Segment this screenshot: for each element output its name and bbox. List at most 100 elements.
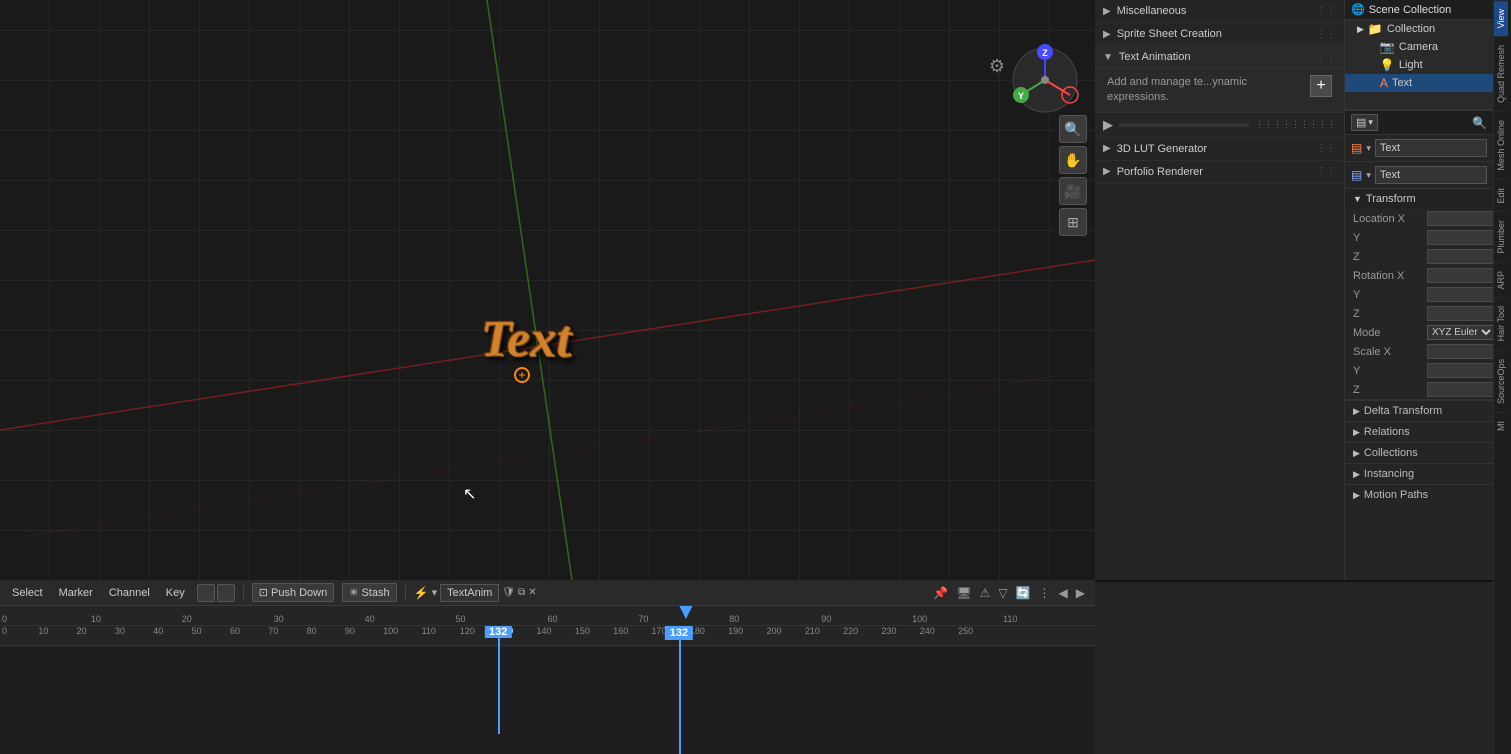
- frame-100: 100: [912, 614, 927, 624]
- key-btn[interactable]: Key: [162, 585, 189, 601]
- delta-transform-row[interactable]: ▶ Delta Transform: [1345, 400, 1493, 421]
- tl-next-btn[interactable]: ▶: [1074, 584, 1087, 602]
- mode-label: Mode: [1353, 327, 1423, 339]
- instancing-row[interactable]: ▶ Instancing: [1345, 463, 1493, 484]
- instancing-chevron: ▶: [1353, 469, 1360, 480]
- loc-y-input[interactable]: [1427, 230, 1493, 245]
- addon-miscellaneous[interactable]: ▶ Miscellaneous ⋮⋮: [1095, 0, 1344, 23]
- ext-frame-150: 150: [575, 626, 590, 636]
- mode-row: Mode XYZ Euler: [1345, 323, 1493, 342]
- addon-lut[interactable]: ▶ 3D LUT Generator ⋮⋮: [1095, 138, 1344, 161]
- stash-label: Stash: [361, 587, 389, 599]
- sc-text-item[interactable]: ▶ A Text: [1345, 74, 1493, 92]
- props-object-name-input[interactable]: [1375, 139, 1487, 157]
- props-type-selector[interactable]: ▤ ▾: [1351, 114, 1378, 131]
- sc-title: Scene Collection: [1369, 4, 1452, 16]
- channel-btn[interactable]: Channel: [105, 585, 154, 601]
- tl-filter-btn[interactable]: ▽: [996, 584, 1009, 602]
- scale-y-label: Y: [1353, 365, 1423, 377]
- toggle-2[interactable]: [217, 584, 235, 602]
- scale-x-input[interactable]: [1427, 344, 1493, 359]
- frame-indicator-inner: [498, 626, 500, 734]
- ext-frame-250: 250: [958, 626, 973, 636]
- timeline-right-icons: 📌 🖥 ⚠ ▽ 🔄 ⋮ ◀ ▶: [931, 584, 1087, 602]
- sc-camera-item[interactable]: ▶ 📷 Camera: [1345, 38, 1493, 56]
- vtab-plumber[interactable]: Plumber: [1494, 211, 1508, 262]
- vtab-mesh-online[interactable]: Mesh Online: [1494, 111, 1508, 179]
- timeline-section: Select Marker Channel Key ⊡ Push Down ✳ …: [0, 580, 1095, 754]
- props-data-name-input[interactable]: [1375, 166, 1487, 184]
- search-tool-btn[interactable]: 🔍: [1059, 115, 1087, 143]
- loc-x-input[interactable]: [1427, 211, 1493, 226]
- outliner-panel: 🌐 Scene Collection ▶ 📁 Collection ▶ 📷 Ca…: [1345, 0, 1493, 110]
- scale-z-input[interactable]: [1427, 382, 1493, 397]
- extended-ruler[interactable]: 0 10 20 30 40 50 60 70 80 90 100 110 120…: [0, 626, 1095, 646]
- text-anim-add-btn[interactable]: +: [1310, 75, 1332, 97]
- navigation-gizmo[interactable]: Z Y: [1005, 40, 1085, 120]
- camera-tool-btn[interactable]: 🎥: [1059, 177, 1087, 205]
- toggle-1[interactable]: [197, 584, 215, 602]
- scene-collection-header: 🌐 Scene Collection: [1345, 0, 1493, 20]
- grid-tool-btn[interactable]: ⊞: [1059, 208, 1087, 236]
- vtab-quad-remesh[interactable]: Quad Remesh: [1494, 36, 1508, 111]
- relations-row[interactable]: ▶ Relations: [1345, 421, 1493, 442]
- tl-alert-btn[interactable]: ⚠: [978, 584, 993, 602]
- misc-chevron: ▶: [1103, 6, 1111, 17]
- ext-frame-80: 80: [307, 626, 317, 636]
- vtab-edit[interactable]: Edit: [1494, 179, 1508, 212]
- transform-header[interactable]: ▼ Transform: [1345, 189, 1493, 209]
- ext-frame-50: 50: [192, 626, 202, 636]
- marker-btn[interactable]: Marker: [55, 585, 97, 601]
- ext-frame-190: 190: [728, 626, 743, 636]
- push-down-btn[interactable]: ⊡ Push Down: [252, 583, 334, 602]
- addons-panel: ▶ Miscellaneous ⋮⋮ ▶ Sprite Sheet Creati…: [1095, 0, 1345, 580]
- timeline-content[interactable]: 0 10 20 30 40 50 60 70 80 90 100 110 120…: [0, 626, 1095, 754]
- move-tool-btn[interactable]: ✋: [1059, 146, 1087, 174]
- location-z-row: Z: [1345, 247, 1493, 266]
- rot-x-label: Rotation X: [1353, 270, 1423, 282]
- collections-label: Collections: [1364, 447, 1418, 459]
- sc-light-item[interactable]: ▶ 💡 Light: [1345, 56, 1493, 74]
- addon-sprite-sheet[interactable]: ▶ Sprite Sheet Creation ⋮⋮: [1095, 23, 1344, 46]
- action-name[interactable]: TextAnim: [440, 584, 499, 602]
- tl-prev-btn[interactable]: ◀: [1057, 584, 1070, 602]
- collections-row[interactable]: ▶ Collections: [1345, 442, 1493, 463]
- props-search-btn[interactable]: 🔍: [1472, 116, 1487, 130]
- loc-z-input[interactable]: [1427, 249, 1493, 264]
- vtab-mi[interactable]: MI: [1494, 412, 1508, 439]
- rot-x-input[interactable]: [1427, 268, 1493, 283]
- far-right-tabs: View Quad Remesh Mesh Online Edit Plumbe…: [1493, 0, 1511, 754]
- vtab-hair-tool[interactable]: Hair Tool: [1494, 297, 1508, 349]
- select-btn[interactable]: Select: [8, 585, 47, 601]
- tl-sync-btn[interactable]: 🔄: [1014, 584, 1033, 602]
- portfolio-dots: ⋮⋮: [1316, 166, 1336, 177]
- rot-y-input[interactable]: [1427, 287, 1493, 302]
- vtab-arp[interactable]: ARP: [1494, 262, 1508, 298]
- stash-btn[interactable]: ✳ Stash: [342, 583, 396, 602]
- instancing-label: Instancing: [1364, 468, 1414, 480]
- vtab-view[interactable]: View: [1494, 0, 1508, 36]
- scale-z-row: Z: [1345, 380, 1493, 399]
- tl-view-btn[interactable]: 🖥: [954, 584, 973, 602]
- action-selector[interactable]: ⚡ ▾ TextAnim 🛡 ⧉ ✕: [414, 584, 537, 602]
- frame-0: 0: [2, 614, 7, 624]
- delta-chevron: ▶: [1353, 406, 1360, 417]
- scale-x-row: Scale X: [1345, 342, 1493, 361]
- sc-collection-item[interactable]: ▶ 📁 Collection: [1345, 20, 1493, 38]
- tl-pin-btn[interactable]: 📌: [931, 584, 950, 602]
- play-button[interactable]: ▶: [1103, 117, 1113, 133]
- timeline-ruler[interactable]: 0 10 20 30 40 50 60 70 80 90 100 110: [0, 606, 1095, 626]
- addon-portfolio[interactable]: ▶ Porfolio Renderer ⋮⋮: [1095, 161, 1344, 184]
- motion-paths-row[interactable]: ▶ Motion Paths: [1345, 484, 1493, 505]
- text-anim-header[interactable]: ▼ Text Animation ⋮⋮: [1095, 46, 1344, 69]
- rot-z-input[interactable]: [1427, 306, 1493, 321]
- loc-z-label: Z: [1353, 251, 1423, 263]
- scale-y-input[interactable]: [1427, 363, 1493, 378]
- sc-text-icon: A: [1380, 76, 1388, 90]
- tl-settings-btn[interactable]: ⋮: [1037, 584, 1053, 602]
- mode-select[interactable]: XYZ Euler: [1427, 325, 1493, 340]
- frame-90: 90: [821, 614, 831, 624]
- toggle-btns: [197, 584, 235, 602]
- vtab-sourceops[interactable]: SourceOps: [1494, 350, 1508, 412]
- viewport[interactable]: Text ⚙ Z Y: [0, 0, 1095, 580]
